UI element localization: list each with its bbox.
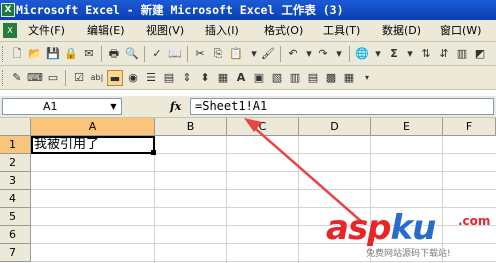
watermark-tagline: 免费网站源码下载站! (366, 249, 451, 259)
watermark-tld: .com (458, 214, 491, 228)
watermark-logo: aspku (326, 208, 436, 248)
watermark: aspku .com 免费网站源码下载站! (326, 208, 494, 260)
